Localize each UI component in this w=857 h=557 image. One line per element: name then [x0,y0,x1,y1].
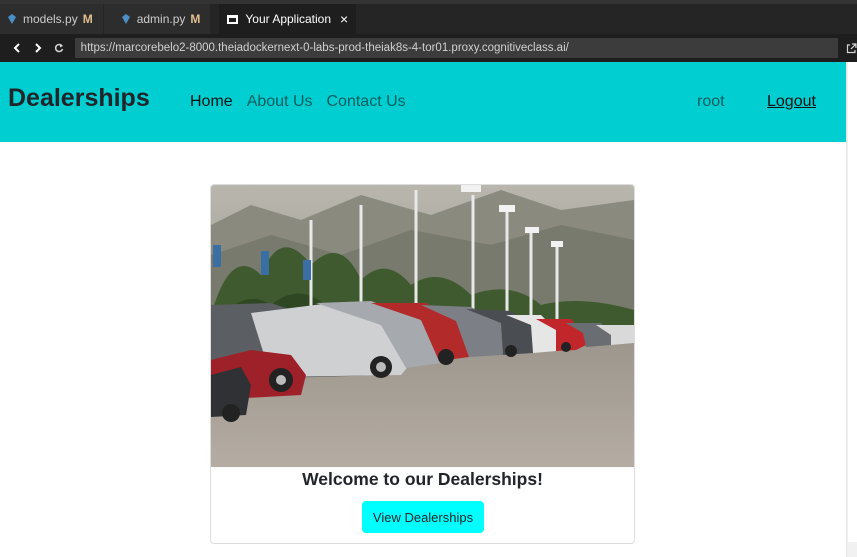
reload-button[interactable] [50,38,69,58]
page-viewport: Dealerships Home About Us Contact Us roo… [0,62,857,557]
preview-url-bar: https://marcorebelo2-8000.theiadockernex… [0,34,857,62]
reload-icon [55,43,64,53]
python-file-icon [8,14,16,24]
welcome-card: Welcome to our Dealerships! View Dealers… [210,184,635,544]
chevron-left-icon [14,43,21,53]
username-label: root [697,93,725,110]
parked-cars-photo [211,185,634,467]
url-input[interactable]: https://marcorebelo2-8000.theiadockernex… [74,38,839,58]
logout-link[interactable]: Logout [767,93,816,111]
tab-label: admin.py [136,12,186,26]
nav-about-link[interactable]: About Us [247,93,313,111]
nav-contact-link[interactable]: Contact Us [327,93,406,111]
preview-icon [227,14,239,24]
page-scrollbar[interactable] [846,62,857,557]
tab-your-application[interactable]: Your Application × [219,4,357,34]
site-navbar: Dealerships Home About Us Contact Us roo… [0,62,846,142]
tab-models-py[interactable]: models.py M [0,4,103,34]
card-title: Welcome to our Dealerships! [302,469,543,489]
python-file-icon [121,14,130,24]
nav-home-link[interactable]: Home [190,93,233,111]
tab-label: models.py [23,12,78,26]
nav-links: Home About Us Contact Us [190,93,420,111]
close-icon[interactable]: × [340,12,348,26]
modified-badge: M [82,12,93,26]
scrollbar-thumb[interactable] [848,62,857,542]
open-external-icon[interactable] [846,42,857,54]
site-brand[interactable]: Dealerships [8,84,150,113]
editor-tab-bar: models.py M admin.py M Your Application … [0,0,857,34]
forward-button[interactable] [29,38,48,58]
view-dealerships-button[interactable]: View Dealerships [362,501,484,533]
tab-admin-py[interactable]: admin.py M [103,4,211,34]
modified-badge: M [190,12,201,26]
tab-label: Your Application [245,12,332,26]
chevron-right-icon [35,43,42,53]
back-button[interactable] [8,38,27,58]
